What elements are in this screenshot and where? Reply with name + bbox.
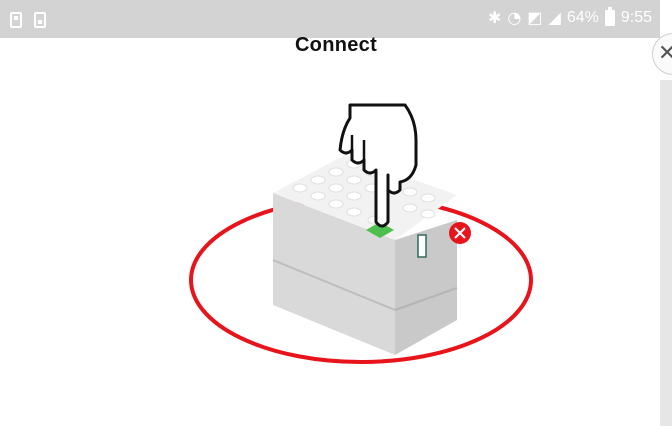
hub-port: [417, 234, 427, 258]
signal-icon: ◢: [548, 8, 561, 27]
battery-icon: [604, 7, 615, 26]
wifi-icon: ◔: [507, 8, 522, 27]
notification-icon: [10, 12, 22, 28]
scrollbar[interactable]: [660, 80, 672, 426]
page-title: Connect: [294, 34, 378, 56]
save-icon: [34, 12, 46, 28]
status-left-icons: [10, 12, 46, 28]
close-icon: ✕: [658, 41, 672, 66]
status-bar: ✱ ◔ ◩ ◢ 64% 9:55: [0, 0, 660, 38]
mute-icon: ◩: [527, 8, 543, 27]
connect-illustration: [189, 103, 533, 364]
battery-percent: 64%: [566, 9, 599, 26]
status-right-icons: ✱ ◔ ◩ ◢ 64% 9:55: [488, 7, 652, 27]
clock: 9:55: [620, 9, 652, 26]
bluetooth-icon: ✱: [488, 8, 502, 27]
